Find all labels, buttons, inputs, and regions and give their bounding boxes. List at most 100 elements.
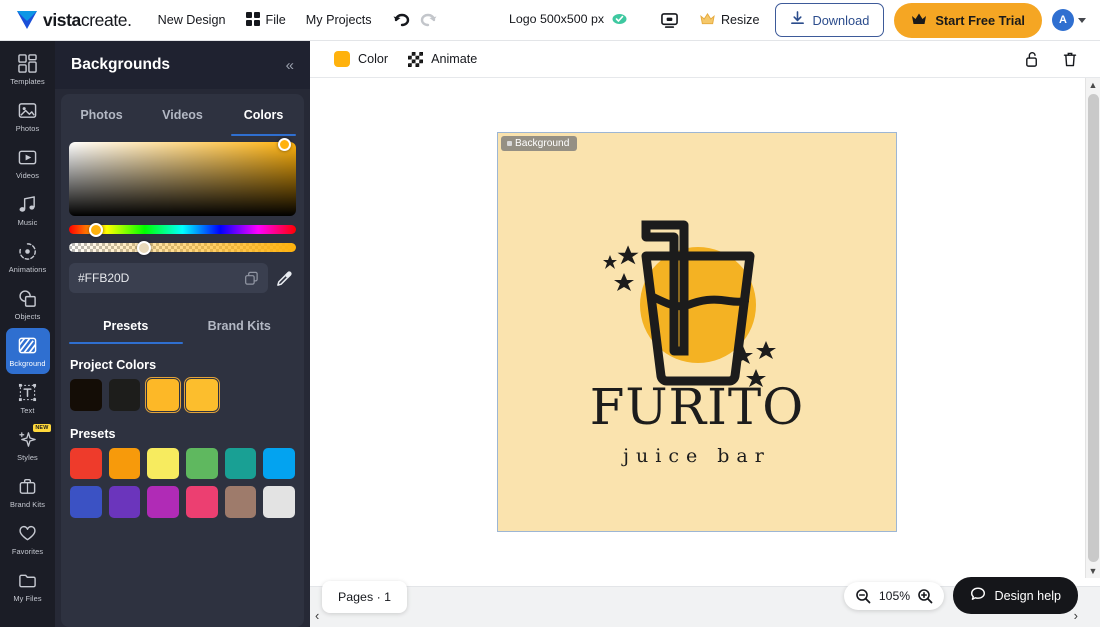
present-icon[interactable] xyxy=(656,6,684,34)
sidebar-item-label: Bckground xyxy=(9,358,46,368)
objects-icon xyxy=(17,288,39,310)
resize-button[interactable]: Resize xyxy=(694,7,766,34)
double-chevron-left-icon[interactable]: « xyxy=(286,58,294,73)
sidebar-item-text[interactable]: Text xyxy=(6,375,50,421)
nav-my-projects[interactable]: My Projects xyxy=(296,7,382,33)
scroll-down-icon[interactable]: ▼ xyxy=(1089,564,1098,578)
redo-icon[interactable] xyxy=(420,12,438,28)
sidebar-item-music[interactable]: Music xyxy=(6,187,50,233)
preset-swatch[interactable] xyxy=(108,447,141,480)
hue-track xyxy=(69,225,296,234)
preset-swatch[interactable] xyxy=(147,486,180,519)
templates-icon xyxy=(17,53,39,75)
preset-swatch[interactable] xyxy=(263,447,296,480)
color-label: Color xyxy=(358,52,389,66)
panel-title: Backgrounds xyxy=(71,56,171,73)
sidebar-item-objects[interactable]: Objects xyxy=(6,281,50,327)
saturation-value-picker[interactable] xyxy=(69,138,296,216)
unlock-icon[interactable] xyxy=(1018,45,1046,73)
videos-icon xyxy=(17,147,39,169)
document-title[interactable]: Logo 500x500 px xyxy=(509,12,627,26)
project-colors-grid xyxy=(70,377,295,413)
tab-videos[interactable]: Videos xyxy=(142,94,223,136)
checker-icon xyxy=(408,51,424,67)
design-help-button[interactable]: Design help xyxy=(953,577,1078,614)
sidebar-item-videos[interactable]: Videos xyxy=(6,140,50,186)
zoom-out-icon[interactable] xyxy=(855,588,871,604)
sidebar-item-photos[interactable]: Photos xyxy=(6,93,50,139)
undo-icon[interactable] xyxy=(392,12,410,28)
sv-handle[interactable] xyxy=(278,138,291,151)
hex-input[interactable]: #FFB20D xyxy=(69,263,268,293)
tab-colors[interactable]: Colors xyxy=(223,94,304,136)
brand-name: vistacreate. xyxy=(43,9,132,30)
project-color-swatch[interactable] xyxy=(184,377,220,413)
hue-handle[interactable] xyxy=(89,222,104,237)
preset-swatch[interactable] xyxy=(70,486,102,519)
logo-brand-name[interactable]: FURITO xyxy=(498,378,896,436)
context-toolbar-right xyxy=(1018,45,1084,73)
zoom-in-icon[interactable] xyxy=(917,588,933,604)
tab-videos-label: Videos xyxy=(162,108,203,122)
preset-swatch[interactable] xyxy=(224,486,257,519)
zoom-value[interactable]: 105% xyxy=(877,589,911,603)
copy-icon[interactable] xyxy=(244,271,259,286)
download-icon xyxy=(790,11,805,29)
nav-new-design[interactable]: New Design xyxy=(148,7,236,33)
preset-swatch[interactable] xyxy=(186,447,218,480)
sidebar-item-templates[interactable]: Templates xyxy=(6,46,50,92)
eyedropper-icon[interactable] xyxy=(276,270,296,287)
alpha-slider[interactable] xyxy=(69,240,296,255)
sidebar-item-favorites[interactable]: Favorites xyxy=(6,516,50,562)
canvas-stage[interactable]: Background FURITO juice bar xyxy=(310,78,1100,578)
preset-swatch[interactable] xyxy=(224,447,257,480)
tab-photos[interactable]: Photos xyxy=(61,94,142,136)
nav-new-design-label: New Design xyxy=(157,13,226,27)
sidebar-item-styles[interactable]: NEW Styles xyxy=(6,422,51,468)
animate-button[interactable]: Animate xyxy=(400,47,485,72)
pages-chip[interactable]: Pages · 1 xyxy=(322,581,408,613)
project-color-swatch[interactable] xyxy=(108,379,141,411)
canvas-vertical-scrollbar[interactable]: ▲ ▼ xyxy=(1085,78,1100,578)
vistacreate-editor: vistacreate. New Design File My Projects… xyxy=(0,0,1100,627)
logo-tagline[interactable]: juice bar xyxy=(498,445,896,467)
sub-tab-brand-kits[interactable]: Brand Kits xyxy=(183,310,297,342)
nav-file-label: File xyxy=(265,13,286,27)
sidebar-item-background[interactable]: Bckground xyxy=(5,328,50,374)
chat-icon xyxy=(970,586,986,605)
project-color-swatch[interactable] xyxy=(70,379,102,411)
nav-file[interactable]: File xyxy=(236,6,296,35)
preset-swatch[interactable] xyxy=(70,447,102,480)
sub-tab-presets[interactable]: Presets xyxy=(69,310,183,344)
sidebar-item-brand-kits[interactable]: Brand Kits xyxy=(6,469,50,515)
user-menu[interactable]: A xyxy=(1052,9,1086,31)
resize-label: Resize xyxy=(720,13,760,27)
chevron-left-icon[interactable]: ‹ xyxy=(315,608,319,623)
project-color-swatch[interactable] xyxy=(145,377,181,413)
panel-header: Backgrounds « xyxy=(55,41,310,89)
sidebar-item-animations[interactable]: Animations xyxy=(6,234,50,280)
sidebar-item-label: Brand Kits xyxy=(9,499,46,509)
backgrounds-panel: Backgrounds « Photos Videos Colors #FFB2… xyxy=(55,41,310,627)
tab-colors-label: Colors xyxy=(243,108,284,122)
scrollbar-thumb[interactable] xyxy=(1087,94,1099,562)
color-button[interactable]: Color xyxy=(326,46,396,72)
alpha-handle[interactable] xyxy=(137,240,152,255)
start-free-trial-button[interactable]: Start Free Trial xyxy=(894,2,1042,38)
scroll-up-icon[interactable]: ▲ xyxy=(1089,78,1098,92)
trash-icon[interactable] xyxy=(1056,45,1084,73)
artboard[interactable]: Background FURITO juice bar xyxy=(497,132,897,532)
hue-slider[interactable] xyxy=(69,222,296,237)
brand-logo[interactable]: vistacreate. xyxy=(16,10,132,31)
preset-swatch[interactable] xyxy=(147,447,180,480)
download-button[interactable]: Download xyxy=(775,3,885,37)
sidebar-item-my-files[interactable]: My Files xyxy=(6,563,50,609)
panel-content: Photos Videos Colors #FFB20D Presets Bra… xyxy=(61,94,304,627)
preset-swatch[interactable] xyxy=(263,486,296,519)
download-label: Download xyxy=(812,12,870,28)
bottom-bar: ‹ Pages · 1 › 105% Design help xyxy=(310,577,1100,627)
logo-artwork[interactable] xyxy=(498,133,898,533)
sidebar-item-label: Objects xyxy=(14,311,41,321)
preset-swatch[interactable] xyxy=(108,486,141,519)
preset-swatch[interactable] xyxy=(186,486,218,519)
